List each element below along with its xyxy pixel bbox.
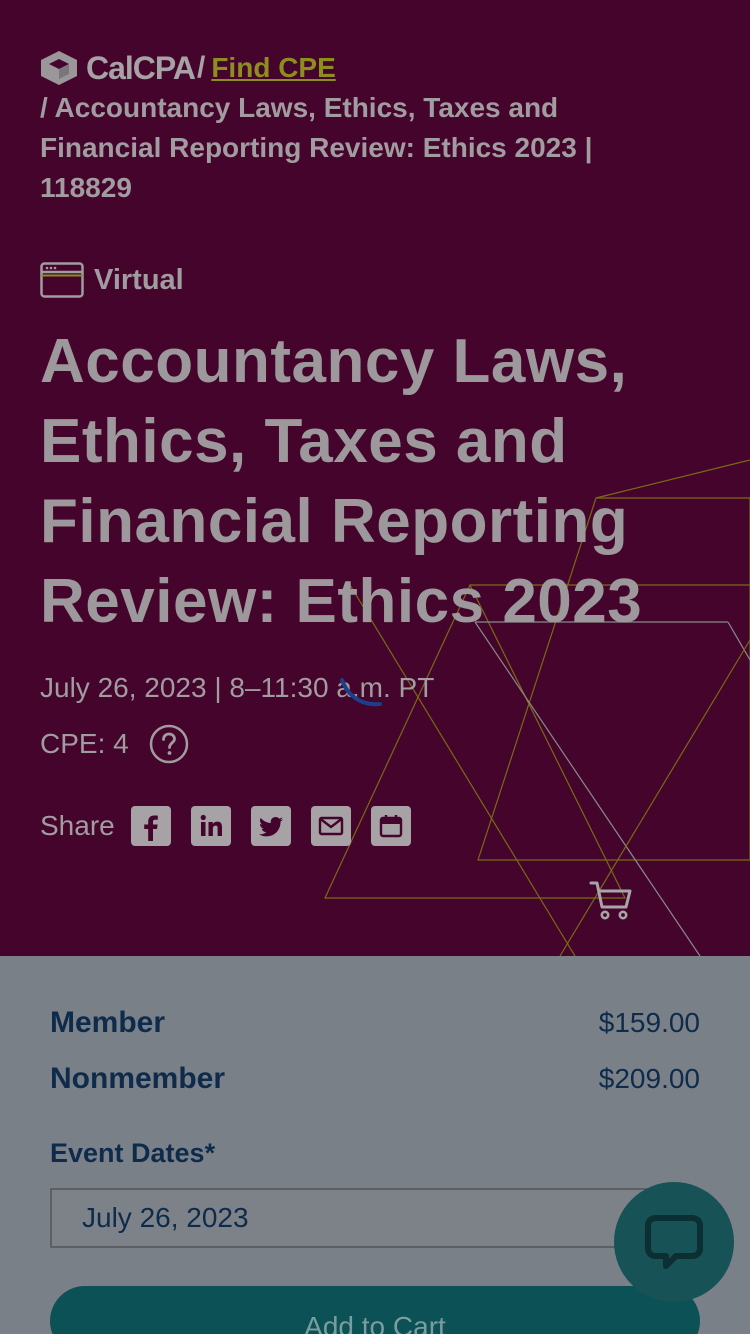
logo-text[interactable]: CalCPA <box>86 48 196 88</box>
calendar-add-button[interactable] <box>370 806 411 846</box>
format-label: Virtual <box>94 263 184 296</box>
share-bar: Share <box>40 806 431 846</box>
linkedin-icon <box>200 814 222 836</box>
selected-date: July 26, 2023 <box>82 1202 249 1233</box>
member-price-row: Member $159.00 <box>50 1006 700 1040</box>
shopping-cart-icon[interactable] <box>588 878 634 922</box>
email-icon <box>318 816 343 836</box>
cpe-label: CPE: 4 <box>40 728 129 759</box>
nonmember-label: Nonmember <box>50 1062 226 1095</box>
add-to-cart-button[interactable]: Add to Cart <box>50 1286 700 1334</box>
breadcrumb: CalCPA / Find CPE / Accountancy Laws, Et… <box>40 50 660 208</box>
calcpa-logo-icon <box>41 51 77 85</box>
email-share-button[interactable] <box>310 806 351 846</box>
browser-window-icon <box>40 262 84 298</box>
breadcrumb-current: / Accountancy Laws, Ethics, Taxes and Fi… <box>40 92 593 203</box>
nonmember-price: $209.00 <box>598 1063 700 1094</box>
linkedin-share-button[interactable] <box>190 806 231 846</box>
chat-bubble-icon <box>645 1215 703 1269</box>
event-dates-label: Event Dates* <box>50 1138 216 1168</box>
twitter-share-button[interactable] <box>250 806 291 846</box>
member-label: Member <box>50 1006 166 1039</box>
event-title: Accountancy Laws, Ethics, Taxes and Fina… <box>40 327 643 636</box>
facebook-icon <box>143 815 158 841</box>
calendar-icon <box>379 815 402 838</box>
facebook-share-button[interactable] <box>130 806 171 846</box>
loading-spinner-icon <box>340 678 382 707</box>
twitter-icon <box>258 817 283 837</box>
chat-button[interactable] <box>614 1182 734 1302</box>
event-date-select[interactable]: July 26, 2023 <box>50 1188 700 1248</box>
event-format: Virtual <box>40 262 184 298</box>
nonmember-price-row: Nonmember $209.00 <box>50 1062 700 1096</box>
share-label: Share <box>40 810 115 841</box>
member-price: $159.00 <box>598 1007 700 1038</box>
breadcrumb-find-cpe-link[interactable]: Find CPE <box>211 48 335 88</box>
breadcrumb-separator: / <box>196 51 206 84</box>
question-circle-icon[interactable] <box>149 724 189 764</box>
event-hero: CalCPA / Find CPE / Accountancy Laws, Et… <box>0 0 750 956</box>
cpe-credits: CPE: 4 <box>40 724 189 764</box>
